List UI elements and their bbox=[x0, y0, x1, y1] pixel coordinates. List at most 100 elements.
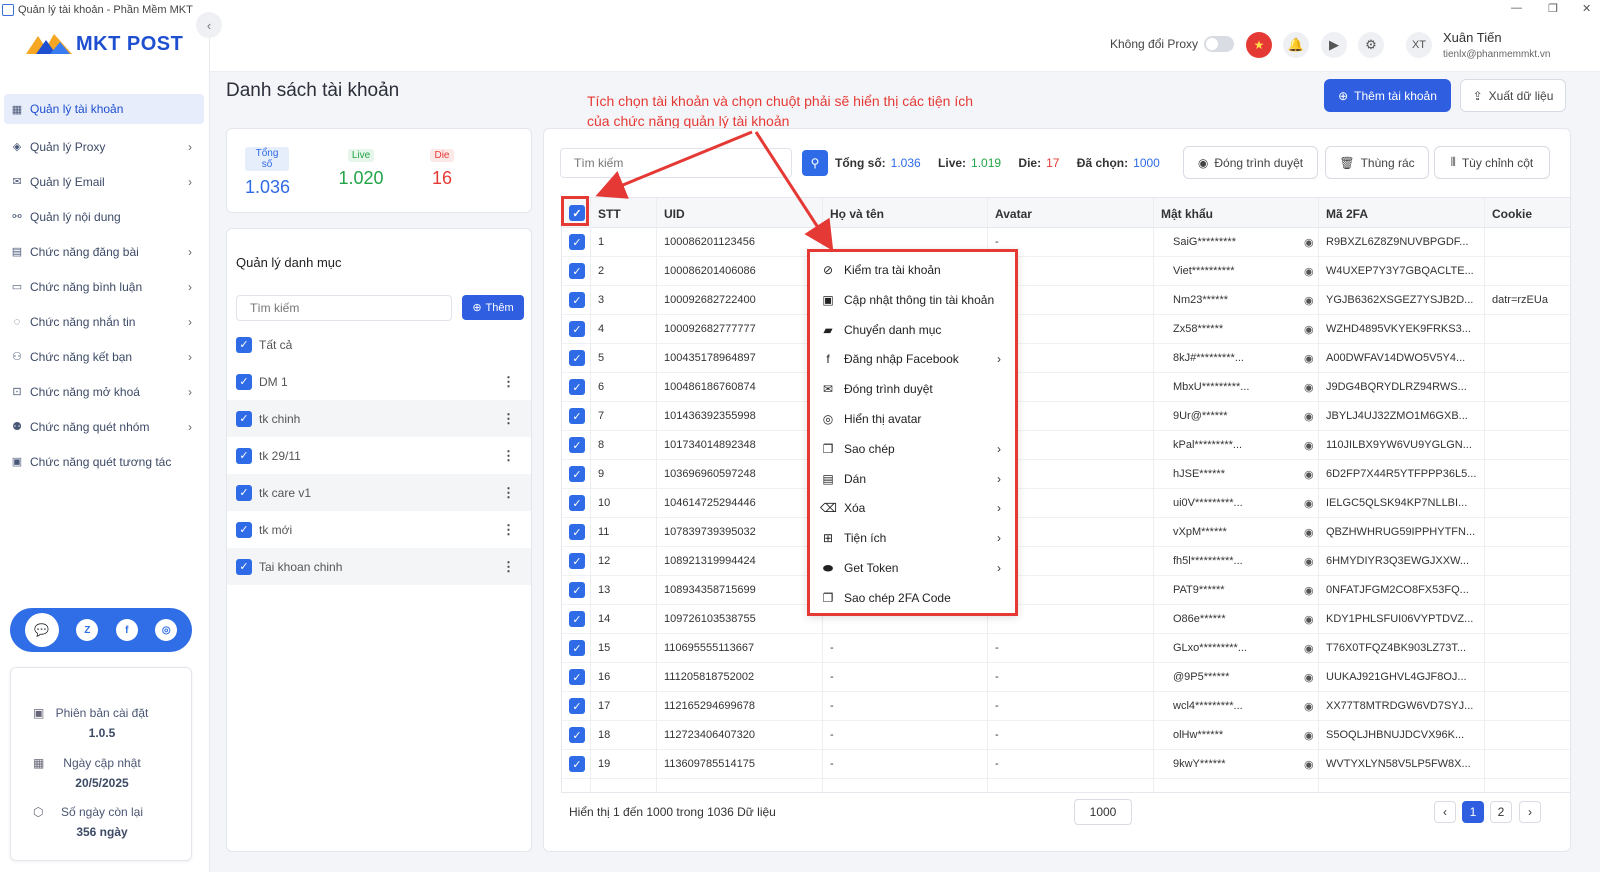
eye-icon[interactable]: ◉ bbox=[1304, 294, 1314, 307]
row-checkbox[interactable]: ✓ bbox=[569, 669, 585, 685]
sidebar-collapse-button[interactable]: ‹ bbox=[196, 12, 222, 38]
eye-icon[interactable]: ◉ bbox=[1304, 729, 1314, 742]
play-icon[interactable]: ▶ bbox=[1321, 32, 1347, 58]
table-row[interactable]: ✓ 6 100486186760874 MbxU*********... J9DG4BQ… bbox=[562, 373, 1570, 402]
table-row[interactable]: ✓ 14 109726103538755 O86e****** KDY1PHLSFUI0… bbox=[562, 605, 1570, 634]
sidebar-item-0[interactable]: ▦ Quản lý tài khoản bbox=[4, 94, 204, 124]
avatar[interactable]: XT bbox=[1406, 32, 1432, 58]
eye-icon[interactable]: ◉ bbox=[1304, 323, 1314, 336]
page-size-select[interactable]: 1000 bbox=[1074, 799, 1132, 825]
row-checkbox[interactable]: ✓ bbox=[569, 321, 585, 337]
row-checkbox[interactable]: ✓ bbox=[569, 263, 585, 279]
context-menu-item[interactable]: ⊘ Kiểm tra tài khoản bbox=[810, 255, 1015, 285]
bell-icon[interactable]: 🔔 bbox=[1283, 32, 1309, 58]
table-row[interactable]: ✓ 18 112723406407320 - - olHw****** S5OQLJHBNU… bbox=[562, 721, 1570, 750]
sidebar-item-3[interactable]: ⚯ Quản lý nội dung bbox=[0, 199, 210, 234]
header-name[interactable]: Họ và tên bbox=[830, 207, 884, 221]
table-row[interactable]: ✓ 8 101734014892348 kPal*********... 110JILB… bbox=[562, 431, 1570, 460]
row-checkbox[interactable]: ✓ bbox=[569, 495, 585, 511]
account-search-input[interactable] bbox=[560, 148, 792, 178]
eye-icon[interactable]: ◉ bbox=[1304, 758, 1314, 771]
eye-icon[interactable]: ◉ bbox=[1304, 497, 1314, 510]
table-row[interactable]: ✓ 10 104614725294446 ui0V*********... IELGC5… bbox=[562, 489, 1570, 518]
more-options-icon[interactable]: ⋮ bbox=[502, 448, 515, 464]
more-options-icon[interactable]: ⋮ bbox=[502, 374, 515, 390]
table-row[interactable]: ✓ 2 100086201406086 Viet********** W4UXEP7Y3… bbox=[562, 257, 1570, 286]
category-checkbox[interactable]: ✓ bbox=[236, 336, 252, 353]
row-checkbox[interactable]: ✓ bbox=[569, 640, 585, 656]
context-menu-item[interactable]: ⊞ Tiện ích › bbox=[810, 523, 1015, 553]
row-checkbox[interactable]: ✓ bbox=[569, 350, 585, 366]
table-row[interactable]: ✓ 11 107839739395032 vXpM****** QBZHWHRUG59I… bbox=[562, 518, 1570, 547]
context-menu-item[interactable]: ▣ Cập nhật thông tin tài khoản bbox=[810, 285, 1015, 315]
proxy-toggle[interactable] bbox=[1204, 36, 1234, 52]
category-item[interactable]: ✓ tk chinh ⋮ bbox=[227, 400, 531, 437]
table-row[interactable]: ✓ 19 113609785514175 - - 9kwY****** WVTYXLYN58… bbox=[562, 750, 1570, 779]
eye-icon[interactable]: ◉ bbox=[1304, 381, 1314, 394]
page-2-button[interactable]: 2 bbox=[1490, 801, 1512, 823]
row-checkbox[interactable]: ✓ bbox=[569, 611, 585, 627]
row-checkbox[interactable]: ✓ bbox=[569, 698, 585, 714]
row-checkbox[interactable]: ✓ bbox=[569, 292, 585, 308]
category-checkbox[interactable]: ✓ bbox=[236, 484, 252, 501]
table-row[interactable]: ✓ 13 108934358715699 PAT9****** 0NFATJFGM2CO… bbox=[562, 576, 1570, 605]
more-options-icon[interactable]: ⋮ bbox=[502, 485, 515, 501]
eye-icon[interactable]: ◉ bbox=[1304, 352, 1314, 365]
category-item[interactable]: ✓ tk mới ⋮ bbox=[227, 511, 531, 548]
add-account-button[interactable]: ⊕ Thêm tài khoản bbox=[1324, 79, 1451, 112]
sidebar-item-6[interactable]: ◌ Chức năng nhắn tin › bbox=[0, 304, 210, 339]
page-1-button[interactable]: 1 bbox=[1462, 801, 1484, 823]
table-row[interactable]: ✓ 9 103696960597248 hJSE****** 6D2FP7X44R5YT… bbox=[562, 460, 1570, 489]
eye-icon[interactable]: ◉ bbox=[1304, 555, 1314, 568]
sidebar-item-7[interactable]: ⚇ Chức năng kết bạn › bbox=[0, 339, 210, 374]
eye-icon[interactable]: ◉ bbox=[1304, 613, 1314, 626]
header-password[interactable]: Mật khẩu bbox=[1161, 207, 1213, 221]
table-row[interactable]: ✓ 3 100092682722400 Nm23****** YGJB6362XSGEZ… bbox=[562, 286, 1570, 315]
brand-logo[interactable]: MKT POST bbox=[26, 30, 183, 58]
category-item[interactable]: ✓ Tai khoan chinh ⋮ bbox=[227, 548, 531, 585]
row-checkbox[interactable]: ✓ bbox=[569, 408, 585, 424]
close-browser-button[interactable]: ◉ Đóng trình duyệt bbox=[1183, 146, 1318, 179]
category-checkbox[interactable]: ✓ bbox=[236, 558, 252, 575]
category-item[interactable]: ✓ tk 29/11 ⋮ bbox=[227, 437, 531, 474]
context-menu-item[interactable]: ▰ Chuyển danh mục bbox=[810, 315, 1015, 345]
table-row[interactable]: ✓ 12 108921319994424 fh5l**********... 6HMYD… bbox=[562, 547, 1570, 576]
zalo-icon[interactable]: Z bbox=[76, 619, 99, 641]
sidebar-item-8[interactable]: ⊡ Chức năng mở khoá › bbox=[0, 374, 210, 409]
sidebar-item-2[interactable]: ✉ Quản lý Email › bbox=[0, 164, 210, 199]
category-search-input[interactable] bbox=[236, 295, 452, 321]
column-settings-button[interactable]: ⫴ Tùy chỉnh cột bbox=[1434, 146, 1550, 179]
support-chat-icon[interactable]: 💬 bbox=[24, 613, 59, 647]
sidebar-item-9[interactable]: ⚉ Chức năng quét nhóm › bbox=[0, 409, 210, 444]
header-cookie[interactable]: Cookie bbox=[1492, 207, 1532, 221]
table-row[interactable]: ✓ 16 111205818752002 - - @9P5****** UUKAJ921GH… bbox=[562, 663, 1570, 692]
context-menu-item[interactable]: ❐ Sao chép › bbox=[810, 434, 1015, 464]
context-menu-item[interactable]: ✉ Đóng trình duyệt bbox=[810, 374, 1015, 404]
context-menu-item[interactable]: f Đăng nhập Facebook › bbox=[810, 344, 1015, 374]
more-options-icon[interactable]: ⋮ bbox=[502, 522, 515, 538]
context-menu-item[interactable]: ⌫ Xóa › bbox=[810, 493, 1015, 523]
header-uid[interactable]: UID bbox=[664, 207, 685, 221]
trash-button[interactable]: 🗑 Thùng rác bbox=[1325, 146, 1429, 179]
sidebar-item-10[interactable]: ▣ Chức năng quét tương tác bbox=[0, 444, 210, 479]
eye-icon[interactable]: ◉ bbox=[1304, 265, 1314, 278]
table-row[interactable]: ✓ 5 100435178964897 8kJ#*********... A00DWFA… bbox=[562, 344, 1570, 373]
context-menu-item[interactable]: ▤ Dán › bbox=[810, 464, 1015, 494]
category-item[interactable]: ✓ Tất cả bbox=[227, 326, 531, 363]
website-globe-icon[interactable]: ◎ bbox=[155, 619, 178, 641]
category-checkbox[interactable]: ✓ bbox=[236, 447, 252, 464]
table-row[interactable]: ✓ 1 100086201123456 - SaiG********* R9BXZL6Z8… bbox=[562, 228, 1570, 257]
table-row[interactable]: ✓ 4 100092682777777 Zx58****** WZHD4895VKYEK… bbox=[562, 315, 1570, 344]
sidebar-item-4[interactable]: ▤ Chức năng đăng bài › bbox=[0, 234, 210, 269]
more-options-icon[interactable]: ⋮ bbox=[502, 559, 515, 575]
row-checkbox[interactable]: ✓ bbox=[569, 234, 585, 250]
export-button[interactable]: ⇪ Xuất dữ liệu bbox=[1460, 79, 1566, 112]
row-checkbox[interactable]: ✓ bbox=[569, 524, 585, 540]
table-row[interactable]: ✓ 7 101436392355998 9Ur@****** JBYLJ4UJ32ZMO… bbox=[562, 402, 1570, 431]
header-avatar[interactable]: Avatar bbox=[995, 207, 1032, 221]
minimize-button[interactable]: — bbox=[1511, 2, 1522, 14]
row-checkbox[interactable]: ✓ bbox=[569, 553, 585, 569]
row-checkbox[interactable]: ✓ bbox=[569, 582, 585, 598]
prev-page-button[interactable]: ‹ bbox=[1434, 801, 1456, 823]
category-item[interactable]: ✓ DM 1 ⋮ bbox=[227, 363, 531, 400]
